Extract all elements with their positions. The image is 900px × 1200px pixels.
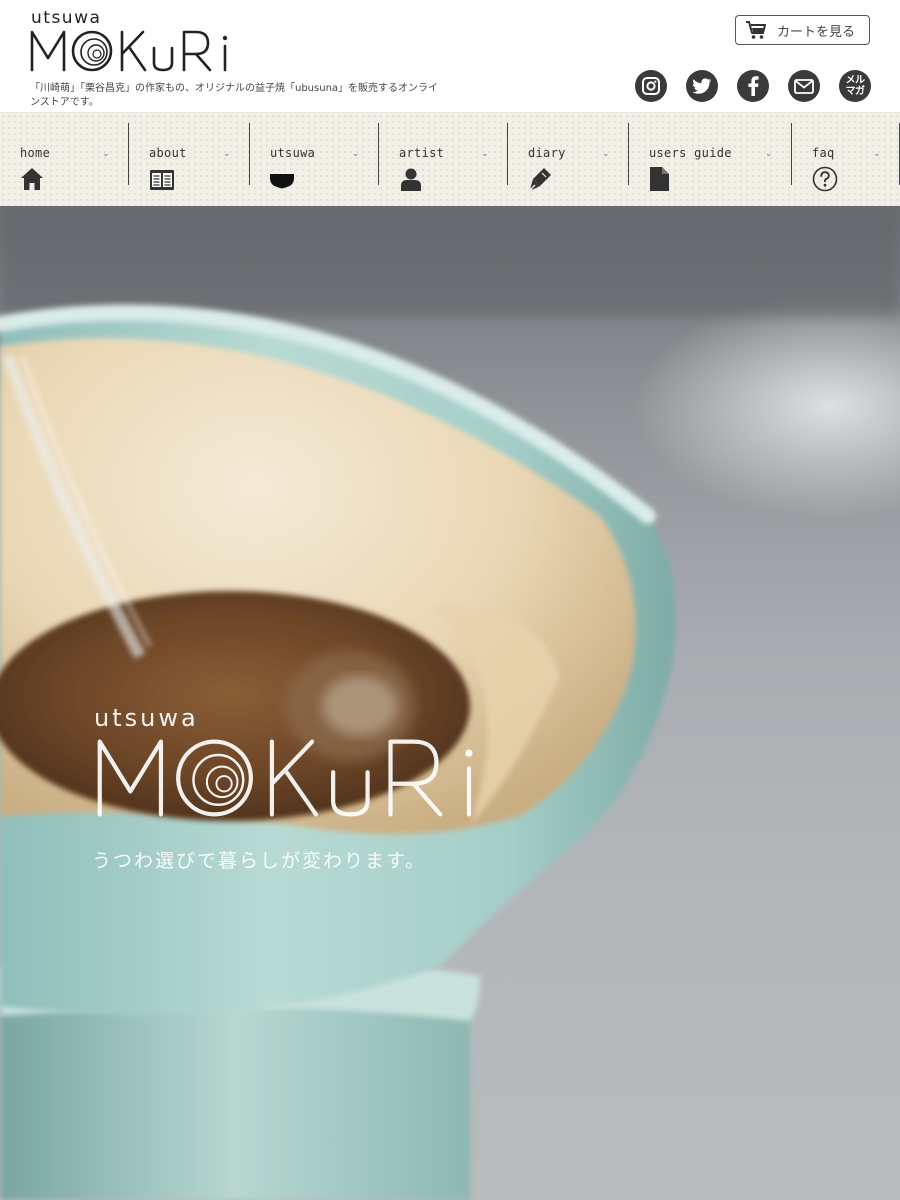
nav-label-artist: artist [399,146,445,160]
nav-label-about: about [149,146,187,160]
chevron-down-icon: ⌄ [223,149,231,159]
mail-link[interactable] [788,70,820,102]
nav-item-artist[interactable]: artist ⌄ [379,123,508,191]
hero-logo-wordmark [97,739,473,817]
hero-logo: utsuwa [92,704,512,824]
home-icon [21,168,43,190]
person-icon [401,168,421,191]
nav-item-about[interactable]: about ⌄ [129,123,250,190]
chevron-down-icon: ⌄ [102,149,110,159]
nav-item-users-guide[interactable]: users guide ⌄ [629,123,792,191]
mailmagazine-link[interactable]: メル マガ [839,70,871,102]
site-tagline: 「川崎萌」「栗谷昌克」の作家もの、オリジナルの益子焼「ubusuna」を販売する… [30,83,439,108]
hero-logo-small-word: utsuwa [94,704,199,732]
view-cart-button[interactable]: カートを見る [735,15,870,45]
nav-label-diary: diary [528,146,566,160]
document-icon [650,167,669,191]
question-icon [812,166,838,192]
chevron-down-icon: ⌄ [765,149,773,159]
pen-icon [529,168,551,191]
chevron-down-icon: ⌄ [602,149,610,159]
instagram-icon [642,77,660,95]
mailmagazine-line-2: マガ [845,86,866,97]
nav-label-users-guide: users guide [649,146,732,160]
twitter-icon [692,77,711,94]
nav-item-faq[interactable]: faq ⌄ [792,123,900,192]
cart-label: カートを見る [777,24,856,40]
nav-item-diary[interactable]: diary ⌄ [508,123,629,191]
book-icon [150,170,174,190]
cart-icon [746,21,766,39]
mailmagazine-icon: メル マガ [845,75,866,97]
facebook-icon [748,76,759,96]
nav-item-home[interactable]: home ⌄ [0,123,129,190]
chevron-down-icon: ⌄ [481,149,489,159]
nav-label-faq: faq [812,146,835,160]
site-logo[interactable]: utsuwa [30,8,240,74]
mailmagazine-line-1: メル [845,75,866,86]
nav-label-utsuwa: utsuwa [270,146,316,160]
hero-banner: utsuwa うつわ選びで暮らしが変わります。 [0,206,900,1200]
site-header: utsuwa 「川崎萌」「栗谷昌克」の作家もの、オリジナルの益子焼「ubusun… [0,0,900,112]
logo-wordmark [30,30,228,72]
twitter-link[interactable] [686,70,718,102]
global-nav: home ⌄ about ⌄ utsuwa ⌄ artist ⌄ diary ⌄… [0,112,900,206]
instagram-link[interactable] [635,70,667,102]
nav-label-home: home [20,146,51,160]
logo-small-word: utsuwa [31,8,102,28]
chevron-down-icon: ⌄ [352,149,360,159]
hero-tagline: うつわ選びで暮らしが変わります。 [92,850,427,872]
facebook-link[interactable] [737,70,769,102]
nav-item-utsuwa[interactable]: utsuwa ⌄ [250,123,379,189]
mail-icon [794,78,814,94]
bowl-icon [270,174,294,189]
chevron-down-icon: ⌄ [873,149,881,159]
hero-coffee-dripper-image [0,206,900,1200]
